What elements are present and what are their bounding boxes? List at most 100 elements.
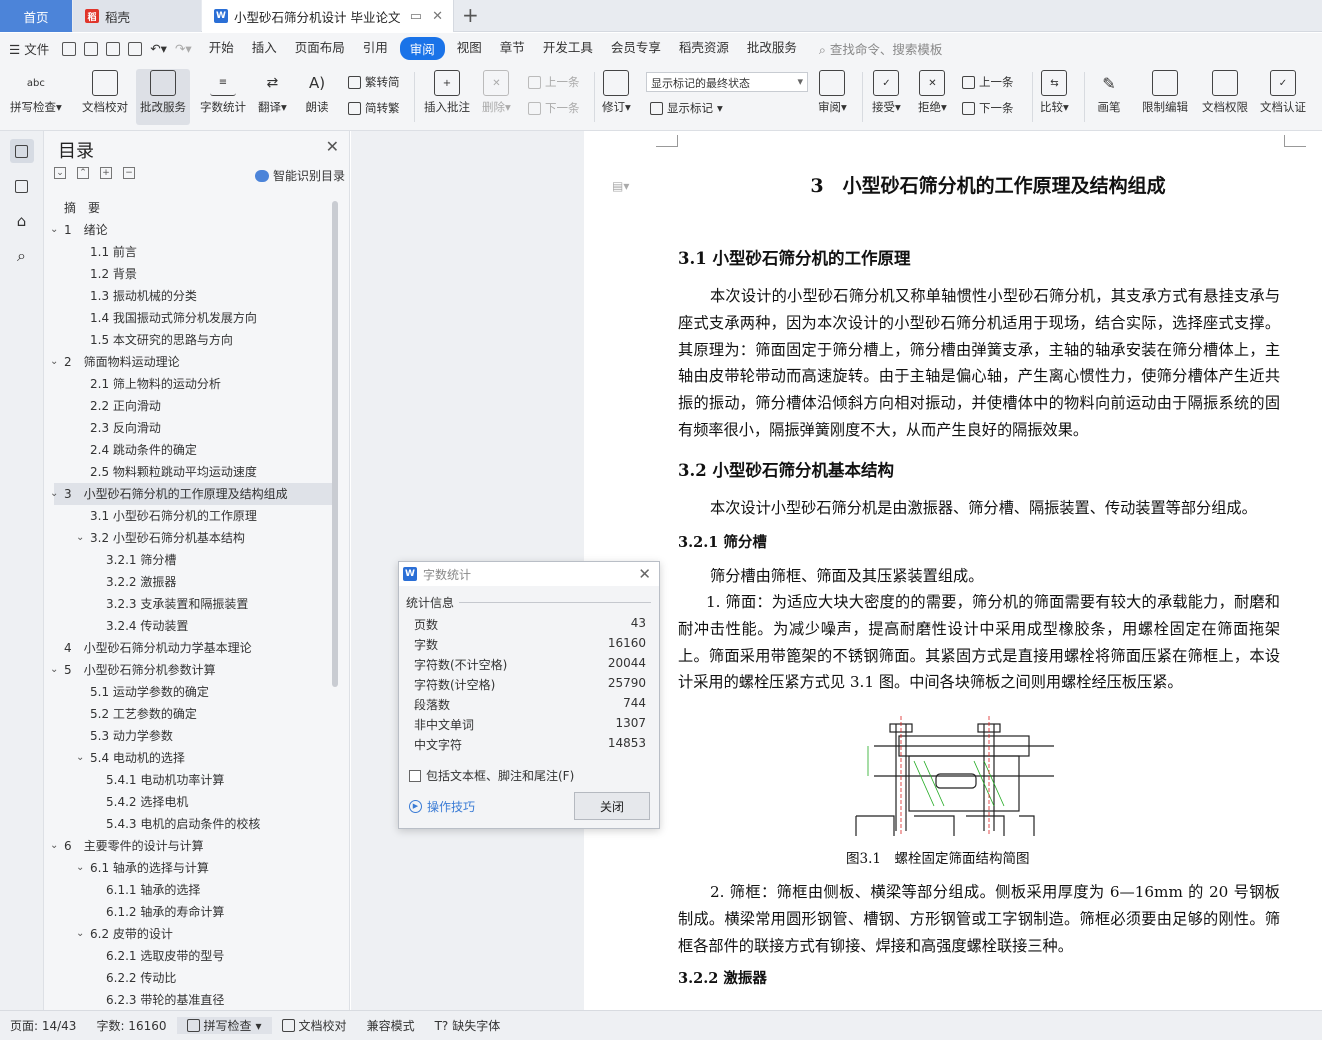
read-aloud-button[interactable]: A) 朗读	[304, 70, 330, 115]
review-service-button[interactable]: 批改服务	[136, 69, 190, 125]
toc-item[interactable]: 1.4 我国振动式筛分机发展方向	[54, 307, 332, 329]
toc-item[interactable]: 5.3 动力学参数	[54, 725, 332, 747]
toc-expand-icon[interactable]: ⌄	[76, 527, 84, 549]
bookmark-icon[interactable]: ⌂	[10, 209, 34, 233]
toc-item[interactable]: 1.5 本文研究的思路与方向	[54, 329, 332, 351]
paragraph-menu-icon[interactable]: ▤▾	[612, 179, 629, 193]
toc-item[interactable]: 3.2.3 支承装置和隔振装置	[54, 593, 332, 615]
simp-to-trad-button[interactable]: 简转繁	[348, 100, 400, 116]
menu-item-2[interactable]: 页面布局	[286, 37, 354, 60]
toc-item[interactable]: 5.1 运动学参数的确定	[54, 681, 332, 703]
save-icon[interactable]	[62, 41, 77, 56]
document-permission-button[interactable]: 文档权限	[1202, 70, 1248, 115]
next-comment-button[interactable]: 下一条	[528, 100, 580, 116]
dialog-close-button[interactable]: 关闭	[574, 792, 650, 820]
compare-button[interactable]: ⇆ 比较▾	[1040, 70, 1069, 115]
toc-expand-icon[interactable]: ⌄	[50, 483, 58, 505]
toc-item[interactable]: 2.1 筛上物料的运动分析	[54, 373, 332, 395]
smart-toc-button[interactable]: 智能识别目录	[254, 167, 345, 184]
prev-comment-button[interactable]: 上一条	[528, 74, 580, 90]
spell-check-button[interactable]: abc 拼写检查▾	[10, 70, 62, 115]
toc-item[interactable]: 6.1.2 轴承的寿命计算	[54, 901, 332, 923]
toc-expand-icon[interactable]: ⌄	[50, 219, 58, 241]
toc-item[interactable]: 2.2 正向滑动	[54, 395, 332, 417]
menu-item-9[interactable]: 稻壳资源	[670, 37, 738, 60]
dialog-close-icon[interactable]: ✕	[638, 565, 651, 583]
print-preview-icon[interactable]	[128, 41, 143, 56]
tab-close-icon[interactable]: ✕	[432, 9, 443, 24]
tips-link[interactable]: ▶ 操作技巧	[409, 798, 475, 815]
toc-expand-icon[interactable]: ⌄	[50, 659, 58, 681]
add-heading-icon[interactable]: +	[100, 167, 112, 179]
trad-to-simp-button[interactable]: 繁转简	[348, 74, 400, 90]
toc-scrollbar[interactable]	[332, 201, 338, 687]
missing-font-status[interactable]: T? 缺失字体	[425, 1017, 511, 1034]
toc-item[interactable]: ⌄ 1 绪论	[50, 219, 332, 241]
track-changes-button[interactable]: 修订▾	[602, 70, 631, 115]
toc-item[interactable]: 1.2 背景	[54, 263, 332, 285]
close-icon[interactable]: ✕	[326, 137, 339, 156]
toc-item[interactable]: ⌄ 3.2 小型砂石筛分机基本结构	[54, 527, 332, 549]
toc-item[interactable]: 4 小型砂石筛分机动力学基本理论	[54, 637, 332, 659]
include-footnotes-checkbox[interactable]: 包括文本框、脚注和尾注(F)	[409, 767, 574, 784]
pen-button[interactable]: ✎ 画笔	[1096, 70, 1122, 115]
menu-item-10[interactable]: 批改服务	[738, 37, 806, 60]
toc-item[interactable]: 6.1.1 轴承的选择	[54, 879, 332, 901]
toc-item[interactable]: ⌄ 5 小型砂石筛分机参数计算	[50, 659, 332, 681]
toc-expand-icon[interactable]: ⌄	[76, 747, 84, 769]
section-icon[interactable]	[10, 174, 34, 198]
toc-expand-icon[interactable]: ⌄	[76, 857, 84, 879]
toc-item[interactable]: ⌄ 5.4 电动机的选择	[54, 747, 332, 769]
toc-item[interactable]: 5.2 工艺参数的确定	[54, 703, 332, 725]
command-search[interactable]: ⌕ 查找命令、搜索模板	[810, 39, 952, 58]
markup-state-select[interactable]: 显示标记的最终状态	[646, 72, 808, 92]
document-certify-button[interactable]: ✓ 文档认证	[1260, 70, 1306, 115]
toc-item[interactable]: 2.4 跳动条件的确定	[54, 439, 332, 461]
accept-button[interactable]: ✓ 接受▾	[872, 70, 901, 115]
toc-item[interactable]: 6.2.1 选取皮带的型号	[54, 945, 332, 967]
toc-item[interactable]: 3.2.2 激振器	[54, 571, 332, 593]
prev-change-button[interactable]: 上一条	[962, 74, 1014, 90]
toc-item[interactable]: 5.4.3 电机的启动条件的校核	[54, 813, 332, 835]
toc-expand-icon[interactable]: ⌄	[50, 835, 58, 857]
print-icon[interactable]	[106, 41, 121, 56]
word-count-indicator[interactable]: 字数: 16160	[86, 1017, 176, 1034]
menu-item-6[interactable]: 章节	[491, 37, 534, 60]
toc-item[interactable]: ⌄ 6.2 皮带的设计	[54, 923, 332, 945]
new-tab-icon[interactable]: +	[462, 4, 479, 26]
proofread-status[interactable]: 文档校对	[272, 1017, 357, 1034]
toc-item[interactable]: 6.2.3 带轮的基准直径	[54, 989, 332, 1011]
menu-item-1[interactable]: 插入	[243, 37, 286, 60]
tab-home[interactable]: 首页	[0, 0, 72, 32]
toc-item[interactable]: ⌄ 6.1 轴承的选择与计算	[54, 857, 332, 879]
page-indicator[interactable]: 页面: 14/43	[0, 1017, 86, 1034]
proofread-button[interactable]: 文档校对	[82, 70, 128, 115]
delete-comment-button[interactable]: ✕ 删除▾	[482, 70, 511, 115]
toc-item[interactable]: 3.1 小型砂石筛分机的工作原理	[54, 505, 332, 527]
toc-icon[interactable]	[9, 139, 34, 163]
document-page[interactable]: ▤▾ 3 小型砂石筛分机的工作原理及结构组成 3.1 小型砂石筛分机的工作原理 …	[584, 131, 1322, 1010]
menu-item-0[interactable]: 开始	[200, 37, 243, 60]
export-pdf-icon[interactable]	[84, 41, 99, 56]
collapse-icon[interactable]: ⌄	[54, 167, 66, 179]
toc-item[interactable]: 2.5 物料颗粒跳动平均运动速度	[54, 461, 332, 483]
toc-item[interactable]: 2.3 反向滑动	[54, 417, 332, 439]
review-pane-button[interactable]: 审阅▾	[818, 70, 847, 115]
menu-item-5[interactable]: 视图	[448, 37, 491, 60]
menu-item-4[interactable]: 审阅	[399, 37, 445, 60]
show-markup-button[interactable]: 显示标记 ▾	[650, 100, 723, 116]
redo-icon[interactable]: ↷▾	[171, 41, 200, 56]
toc-expand-icon[interactable]: ⌄	[76, 923, 84, 945]
expand-icon[interactable]: ⌃	[77, 167, 89, 179]
undo-icon[interactable]: ↶▾	[146, 41, 171, 56]
toc-item[interactable]: 6.2.2 传动比	[54, 967, 332, 989]
tab-daoke[interactable]: 稻 稻壳	[73, 0, 201, 32]
toc-item[interactable]: 1.1 前言	[54, 241, 332, 263]
restrict-editing-button[interactable]: 限制编辑	[1142, 70, 1188, 115]
tab-document[interactable]: W 小型砂石筛分机设计 毕业论文 ▭ ✕	[202, 0, 454, 32]
toc-item[interactable]: 3.2.4 传动装置	[54, 615, 332, 637]
file-menu[interactable]: ☰ 文件	[0, 39, 58, 58]
toc-item[interactable]: 5.4.1 电动机功率计算	[54, 769, 332, 791]
toc-item[interactable]: 5.4.2 选择电机	[54, 791, 332, 813]
toc-item[interactable]: ⌄ 2 筛面物料运动理论	[50, 351, 332, 373]
